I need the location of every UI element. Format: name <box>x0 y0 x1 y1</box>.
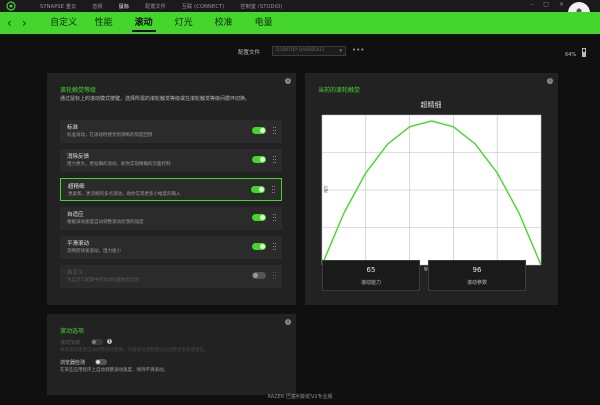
info-icon[interactable]: ! <box>107 339 112 344</box>
mode-name: 平滑滚动 <box>67 241 90 247</box>
profile-more-button[interactable]: ••• <box>352 46 364 54</box>
metric-label: 滚动能力 <box>360 280 381 286</box>
mode-item-custom[interactable]: 自定义 为自定义配置中的滚动设置触觉反馈 <box>60 265 282 288</box>
close-icon[interactable]: ✕ <box>559 1 564 8</box>
drag-handle-icon[interactable] <box>273 156 277 164</box>
battery-percent: 64% <box>565 52 577 58</box>
metric-value: 65 <box>366 266 376 274</box>
chart-title: 超精细 <box>421 100 442 109</box>
mode-name: 自适应 <box>67 212 84 218</box>
minimize-icon[interactable]: – <box>530 1 533 8</box>
mode-toggle[interactable] <box>252 214 266 221</box>
browser-detect-toggle[interactable] <box>95 359 107 365</box>
scroll-acceleration-label: 滚动加速 <box>60 340 81 346</box>
mode-item-adaptive[interactable]: 自适应 根据滚动速度自动调整滚动反馈的强度 <box>60 207 282 230</box>
tab-calibration[interactable]: 校准 <box>204 12 244 34</box>
mode-item-ultra-fine[interactable]: 超精细 更柔和，更流畅的多点滚动，助你实现更多小幅度的输入 <box>60 178 282 201</box>
scroll-options-panel: i 滚动选项 滚动加速 ! 根据滚动速度自动调整滚动距离，可将滚动灵敏度动态调整… <box>47 314 296 395</box>
profile-row: 配置文件 D1BKTQP-QA6BBDU3 ▾ ••• <box>0 46 600 60</box>
forward-arrow-icon[interactable]: › <box>22 16 27 30</box>
nav-profiles[interactable]: 配置文件 <box>145 3 166 10</box>
browser-detect-desc: 在某些应用程序上自动调整滚动速度，保持平滑滚动。 <box>60 368 168 373</box>
nav-audio[interactable]: 音频 <box>92 3 102 10</box>
nav-mouse[interactable]: 鼠标 <box>119 3 129 10</box>
info-icon[interactable]: i <box>547 78 553 84</box>
battery-icon <box>582 48 586 57</box>
mode-desc: 标准滚动，在滚动时感觉到清晰的刻度回馈 <box>67 133 153 138</box>
tabs: 自定义 性能 滚动 灯光 校准 电量 <box>44 12 284 34</box>
metric-value: 96 <box>472 266 482 274</box>
tab-customize[interactable]: 自定义 <box>44 12 84 34</box>
profile-value: D1BKTQP-QA6BBDU3 <box>276 48 324 53</box>
back-arrow-icon[interactable]: ‹ <box>7 16 12 30</box>
tab-bar: ‹ › 自定义 性能 滚动 灯光 校准 电量 <box>0 12 600 34</box>
chart-ylabel: 阻力 <box>323 185 328 192</box>
mode-toggle[interactable] <box>252 156 266 163</box>
title-bar: SYNAPSE 重云 音频 鼠标 配置文件 互联 (CONNECT) 控制室 (… <box>0 0 600 24</box>
profile-label: 配置文件 <box>238 50 261 56</box>
metric-scroll-param: 96 滚动参数 <box>428 260 526 291</box>
nav-studio[interactable]: 控制室 (STUDIO) <box>240 3 282 10</box>
mode-item-tactile[interactable]: 消除反馈 阻力更大，更准确的滚动，助你实现精确的页面控制 <box>60 149 282 172</box>
tab-performance[interactable]: 性能 <box>84 12 124 34</box>
browser-detect-label: 浏览器检测 <box>60 360 86 366</box>
mode-toggle[interactable] <box>252 243 266 250</box>
tab-power[interactable]: 电量 <box>244 12 284 34</box>
nav-synapse[interactable]: SYNAPSE 重云 <box>40 3 76 10</box>
mode-name: 消除反馈 <box>67 154 90 160</box>
drag-handle-icon[interactable] <box>273 243 277 251</box>
section-title: 滚轮触觉等级 <box>60 87 97 94</box>
top-nav: SYNAPSE 重云 音频 鼠标 配置文件 互联 (CONNECT) 控制室 (… <box>40 3 283 10</box>
section-title: 滚动选项 <box>60 328 85 335</box>
mode-desc: 为自定义配置中的滚动设置触觉反馈 <box>67 278 139 283</box>
scroll-acceleration-toggle[interactable] <box>91 339 103 345</box>
info-icon[interactable]: i <box>285 78 291 84</box>
section-description: 通过鼠标上的滚动模式按键，选择所需的滚轮触觉等级或在滚轮触觉等级间循环切换。 <box>60 96 251 102</box>
current-feedback-panel: i 当前的滚轮触觉 超精细 阻力 旋转角度 65 滚动能力 96 滚动参数 <box>305 73 558 305</box>
mode-item-standard[interactable]: 标准 标准滚动，在滚动时感觉到清晰的刻度回馈 <box>60 120 282 143</box>
mode-desc: 根据滚动速度自动调整滚动反馈的强度 <box>67 220 144 225</box>
info-icon[interactable]: i <box>285 319 291 325</box>
mode-name: 自定义 <box>67 270 84 276</box>
mode-desc: 阻力更大，更准确的滚动，助你实现精确的页面控制 <box>67 162 171 167</box>
mode-desc: 更柔和，更流畅的多点滚动，助你实现更多小幅度的输入 <box>68 192 181 197</box>
maximize-icon[interactable]: □ <box>543 1 549 8</box>
section-title: 当前的滚轮触觉 <box>318 87 361 94</box>
tab-scroll[interactable]: 滚动 <box>124 12 164 34</box>
drag-handle-icon[interactable] <box>273 272 277 280</box>
mode-toggle[interactable] <box>252 272 266 279</box>
mode-toggle[interactable] <box>251 186 265 193</box>
window-controls: – □ ✕ <box>530 1 564 8</box>
metric-scroll-ability: 65 滚动能力 <box>322 260 420 291</box>
drag-handle-icon[interactable] <box>272 186 276 194</box>
mode-toggle[interactable] <box>252 127 266 134</box>
razer-logo-icon <box>6 1 16 11</box>
mode-item-smooth[interactable]: 平滑滚动 流畅而快速滚动，阻力极小 <box>60 236 282 259</box>
nav-connect[interactable]: 互联 (CONNECT) <box>182 3 225 10</box>
metric-label: 滚动参数 <box>466 280 487 286</box>
device-name-footer: RAZER 巴塞利斯蛇V2专业版 <box>267 394 333 400</box>
drag-handle-icon[interactable] <box>273 214 277 222</box>
mode-desc: 流畅而快速滚动，阻力极小 <box>67 249 121 254</box>
chevron-down-icon: ▾ <box>339 48 342 54</box>
mode-name: 标准 <box>67 125 79 131</box>
drag-handle-icon[interactable] <box>273 127 277 135</box>
tab-lighting[interactable]: 灯光 <box>164 12 204 34</box>
mode-name: 超精细 <box>68 184 85 190</box>
scroll-sensitivity-panel: i 滚轮触觉等级 通过鼠标上的滚动模式按键，选择所需的滚轮触觉等级或在滚轮触觉等… <box>47 73 296 305</box>
profile-dropdown[interactable]: D1BKTQP-QA6BBDU3 ▾ <box>272 46 346 56</box>
scroll-acceleration-desc: 根据滚动速度自动调整滚动距离，可将滚动灵敏度动态调整至更高或更低。 <box>60 348 209 353</box>
